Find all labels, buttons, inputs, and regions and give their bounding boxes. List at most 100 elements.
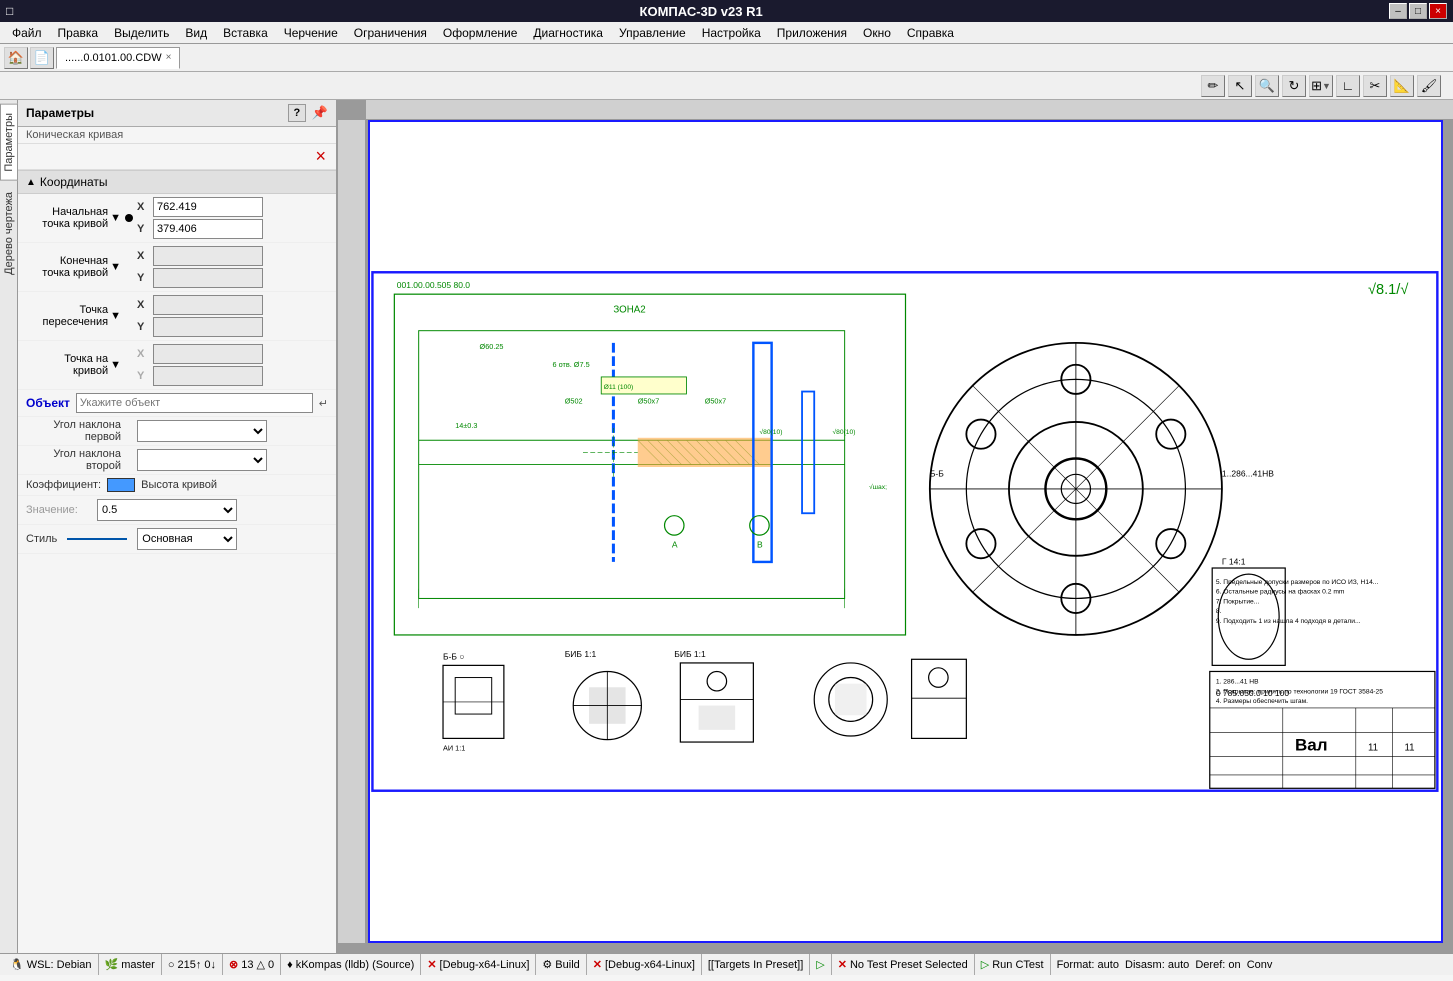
menu-apps[interactable]: Приложения (769, 24, 855, 42)
menu-draft[interactable]: Черчение (276, 24, 346, 42)
angle1-select[interactable] (137, 420, 267, 442)
run-ctest-text: Run CTest (992, 959, 1043, 971)
svg-text:Б-Б: Б-Б (930, 469, 944, 479)
coeff-row: Коэффициент: Высота кривой (18, 475, 336, 496)
pencil-icon[interactable]: ✏ (1201, 75, 1225, 97)
canvas-area[interactable]: Вал 0 785.050.0 10 100 11 11 1. 286...41… (338, 100, 1453, 953)
end-point-coords: X Y (137, 246, 263, 288)
toolbar-tabs: 🏠 📄 ......0.0101.00.CDW × (0, 44, 1453, 72)
style-row: Стиль Основная (18, 525, 336, 554)
file-tab[interactable]: ......0.0101.00.CDW × (56, 47, 180, 69)
menu-formatting[interactable]: Оформление (435, 24, 525, 42)
file-tab-close[interactable]: × (166, 52, 172, 63)
menu-edit[interactable]: Правка (50, 24, 107, 42)
y-label-curve: Y (137, 370, 149, 382)
end-y-input[interactable] (153, 268, 263, 288)
grid-icon[interactable]: ⊞▼ (1309, 75, 1333, 97)
menu-select[interactable]: Выделить (106, 24, 177, 42)
angle1-label: Угол наклонапервой (26, 419, 121, 443)
x-label-intersect: X (137, 299, 149, 311)
svg-text:8.: 8. (1216, 608, 1222, 615)
status-run-ctest[interactable]: ▷ Run CTest (975, 954, 1051, 975)
svg-text:11: 11 (1404, 743, 1414, 754)
end-point-row: Конечнаяточка кривой ▼ X Y (18, 243, 336, 292)
params-toolbar: × (18, 144, 336, 170)
no-preset-icon: ✕ (838, 958, 847, 971)
intersect-y-input[interactable] (153, 317, 263, 337)
svg-text:Ø502: Ø502 (565, 397, 583, 406)
status-targets: [[Targets In Preset]] (702, 954, 810, 975)
new-btn[interactable]: 📄 (30, 47, 54, 69)
status-build: ⚙ Build (536, 954, 586, 975)
start-point-arrow[interactable]: ▼ (110, 212, 121, 224)
curve-x-input[interactable] (153, 344, 263, 364)
status-run-btn[interactable]: ▷ (810, 954, 831, 975)
svg-text:7. Покрытие...: 7. Покрытие... (1216, 598, 1260, 605)
end-point-label: Конечнаяточка кривой (42, 255, 108, 279)
coords-section[interactable]: ▲ Координаты (18, 170, 336, 194)
measure-icon[interactable]: 📐 (1390, 75, 1414, 97)
menu-settings[interactable]: Настройка (694, 24, 769, 42)
close-btn[interactable]: × (1429, 3, 1447, 19)
maximize-btn[interactable]: □ (1409, 3, 1427, 19)
svg-text:√80(10): √80(10) (832, 428, 855, 436)
menu-help[interactable]: Справка (899, 24, 962, 42)
intersect-coords: X Y (137, 295, 263, 337)
app-icon: □ (6, 4, 13, 18)
params-close-btn[interactable]: × (309, 146, 332, 167)
help-btn[interactable]: ? (288, 104, 306, 122)
side-tabs: Параметры Дерево чертежа (0, 100, 18, 953)
menu-diagnostics[interactable]: Диагностика (525, 24, 611, 42)
menu-insert[interactable]: Вставка (215, 24, 276, 42)
menu-file[interactable]: Файл (4, 24, 50, 42)
svg-text:5. Предельные допуски размеров: 5. Предельные допуски размеров по ИСО ИЗ… (1216, 579, 1379, 586)
curve-y-input[interactable] (153, 366, 263, 386)
build-text: Build (555, 959, 579, 971)
rotate-icon[interactable]: ↻ (1282, 75, 1306, 97)
svg-text:Ø60.25: Ø60.25 (480, 342, 504, 351)
end-point-arrow[interactable]: ▼ (110, 261, 121, 273)
run-icon: ▷ (816, 958, 824, 971)
params-panel: Параметры ? 📌 Коническая кривая × ▲ Коор… (18, 100, 338, 953)
params-header: Параметры ? 📌 (18, 100, 336, 127)
debug1-text: [Debug-x64-Linux] (440, 959, 530, 971)
object-input[interactable] (76, 393, 313, 413)
sync-icon: ○ (168, 959, 175, 971)
status-branch: 🌿 master (99, 954, 162, 975)
select-icon[interactable]: ↖ (1228, 75, 1252, 97)
status-debug1: ✕ [Debug-x64-Linux] (421, 954, 536, 975)
style-select[interactable]: Основная (137, 528, 237, 550)
start-y-input[interactable] (153, 219, 263, 239)
object-return-arrow[interactable]: ↵ (319, 397, 328, 410)
status-bar: 🐧 WSL: Debian 🌿 master ○ 215↑ 0↓ ⊗ 13 △ … (0, 953, 1453, 975)
menu-control[interactable]: Управление (611, 24, 694, 42)
intersect-x-input[interactable] (153, 295, 263, 315)
angle2-select[interactable] (137, 449, 267, 471)
angle-icon[interactable]: ∟ (1336, 75, 1360, 97)
side-tab-params[interactable]: Параметры (0, 104, 18, 181)
zoom-icon[interactable]: 🔍 (1255, 75, 1279, 97)
value-select[interactable]: 0.5 (97, 499, 237, 521)
side-tab-tree[interactable]: Дерево чертежа (0, 183, 18, 284)
menu-constraints[interactable]: Ограничения (346, 24, 435, 42)
minimize-btn[interactable]: – (1389, 3, 1407, 19)
svg-text:Ø11 (100): Ø11 (100) (604, 384, 634, 391)
wsl-icon: 🐧 (10, 958, 24, 971)
pin-btn[interactable]: 📌 (312, 105, 328, 121)
home-btn[interactable]: 🏠 (4, 47, 28, 69)
scissors-icon[interactable]: ✂ (1363, 75, 1387, 97)
intersect-point-arrow[interactable]: ▼ (110, 310, 121, 322)
on-curve-arrow[interactable]: ▼ (110, 359, 121, 371)
start-x-input[interactable] (153, 197, 263, 217)
paint-icon[interactable]: 🖌 (1417, 75, 1441, 97)
menu-view[interactable]: Вид (177, 24, 215, 42)
h-ruler (366, 100, 1453, 120)
menu-bar: Файл Правка Выделить Вид Вставка Черчени… (0, 22, 1453, 44)
svg-text:Ø50x7: Ø50x7 (705, 397, 727, 406)
y-label-intersect: Y (137, 321, 149, 333)
svg-text:БИБ 1:1: БИБ 1:1 (674, 649, 706, 659)
menu-window[interactable]: Окно (855, 24, 899, 42)
intersect-point-row: Точкапересечения ▼ X Y (18, 292, 336, 341)
end-x-input[interactable] (153, 246, 263, 266)
debug2-text: [Debug-x64-Linux] (605, 959, 695, 971)
